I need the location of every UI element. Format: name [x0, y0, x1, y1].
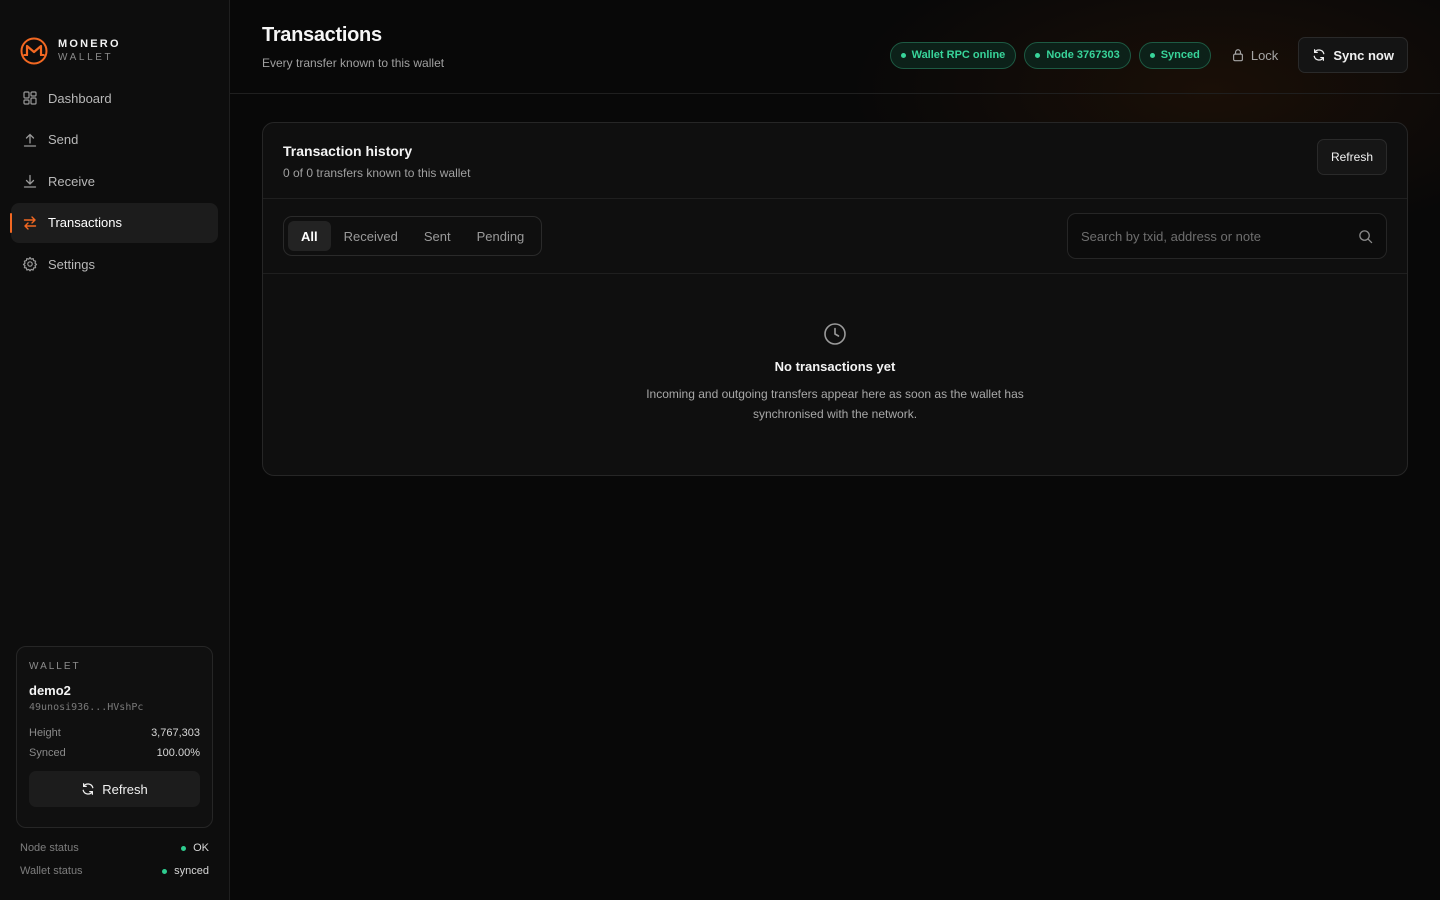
- wallet-name: demo2: [29, 683, 71, 698]
- panel-subtitle: 0 of 0 transfers known to this wallet: [283, 166, 471, 180]
- height-label: Height: [29, 727, 61, 739]
- transaction-history-panel: Transaction history 0 of 0 transfers kno…: [262, 122, 1408, 476]
- brand-text: MONERO WALLET: [58, 39, 121, 63]
- status-badge-label: Wallet RPC online: [911, 49, 1006, 61]
- monero-logo-icon: [20, 37, 48, 65]
- search-icon: [1359, 230, 1373, 244]
- status-badge-synced: Synced: [1138, 41, 1211, 69]
- history-refresh-button[interactable]: Refresh: [1316, 139, 1387, 175]
- status-badge-label: Synced: [1160, 49, 1200, 61]
- wallet-address[interactable]: 49unosi936...HVshPc: [29, 702, 200, 713]
- sidebar-item-settings[interactable]: Settings: [11, 244, 218, 284]
- app-root: MONERO WALLET Dashboard Send Receive Tra…: [0, 0, 1440, 900]
- sidebar-item-label: Settings: [48, 256, 95, 272]
- empty-state: No transactions yet Incoming and outgoin…: [263, 274, 1407, 424]
- node-status-row: Node status OK: [20, 842, 209, 854]
- main-content: Transactions Every transfer known to thi…: [230, 0, 1440, 900]
- node-status-label: Node status: [20, 842, 79, 854]
- filter-tab-all[interactable]: All: [288, 221, 331, 251]
- sidebar-item-label: Send: [48, 132, 79, 147]
- empty-title: No transactions yet: [774, 359, 896, 374]
- transfer-arrows-icon: [22, 215, 38, 231]
- sidebar-item-label: Receive: [48, 173, 95, 189]
- synced-label: Synced: [29, 747, 66, 759]
- status-badge-wallet-rpc: Wallet RPC online: [889, 41, 1017, 69]
- wallet-refresh-label: Refresh: [102, 781, 148, 797]
- filter-tab-received[interactable]: Received: [331, 221, 411, 251]
- lock-button[interactable]: Lock: [1231, 48, 1278, 63]
- upload-icon: [22, 132, 38, 148]
- wallet-refresh-button[interactable]: Refresh: [29, 771, 200, 807]
- status-dot: [900, 52, 906, 58]
- status-dot: [181, 845, 187, 851]
- refresh-icon: [1313, 49, 1325, 61]
- wallet-synced-row: Synced 100.00%: [29, 747, 200, 759]
- header-actions: Wallet RPC online Node 3767303 Synced Lo…: [882, 37, 1408, 73]
- sidebar-item-label: Transactions: [48, 215, 122, 230]
- filter-tab-pending[interactable]: Pending: [464, 221, 538, 251]
- height-value: 3,767,303: [151, 727, 200, 739]
- page-header: Transactions Every transfer known to thi…: [230, 0, 1440, 94]
- wallet-height-row: Height 3,767,303: [29, 727, 200, 739]
- node-status-text: OK: [193, 842, 209, 854]
- sync-now-label: Sync now: [1333, 47, 1394, 63]
- wallet-card: WALLET demo2 49unosi936...HVshPc Height …: [16, 646, 213, 828]
- sidebar-item-transactions[interactable]: Transactions: [10, 202, 218, 243]
- brand: MONERO WALLET: [0, 0, 229, 78]
- status-badge-node: Node 3767303: [1024, 41, 1131, 69]
- brand-name: MONERO: [58, 38, 121, 50]
- status-dot: [162, 868, 168, 874]
- node-status-value: OK: [181, 842, 209, 854]
- sidebar-item-send[interactable]: Send: [11, 120, 218, 160]
- status-badge-label: Node 3767303: [1046, 49, 1120, 61]
- search-box: [1067, 213, 1387, 259]
- sidebar-item-dashboard[interactable]: Dashboard: [11, 78, 218, 118]
- lock-label: Lock: [1250, 47, 1279, 63]
- sidebar-item-label: Dashboard: [48, 90, 112, 106]
- gear-icon: [22, 256, 38, 272]
- filter-tabs: All Received Sent Pending: [283, 216, 543, 256]
- grid-icon: [22, 90, 38, 106]
- download-icon: [22, 173, 38, 189]
- status-dot: [1149, 52, 1155, 58]
- sidebar-item-receive[interactable]: Receive: [11, 161, 218, 201]
- sidebar: MONERO WALLET Dashboard Send Receive Tra…: [0, 0, 230, 900]
- wallet-status-label: Wallet status: [20, 865, 83, 877]
- synced-value: 100.00%: [156, 747, 200, 759]
- filter-tab-sent[interactable]: Sent: [411, 221, 464, 251]
- filter-bar: All Received Sent Pending: [263, 199, 1407, 274]
- panel-title: Transaction history: [283, 143, 413, 159]
- wallet-status-text: synced: [174, 865, 209, 877]
- lock-icon: [1232, 49, 1243, 62]
- sync-now-button[interactable]: Sync now: [1298, 37, 1408, 73]
- wallet-card-label: WALLET: [29, 661, 81, 672]
- empty-description: Incoming and outgoing transfers appear h…: [646, 387, 1024, 421]
- panel-header: Transaction history 0 of 0 transfers kno…: [263, 123, 1407, 199]
- sidebar-nav: Dashboard Send Receive Transactions Sett…: [0, 78, 229, 284]
- clock-icon: [824, 323, 846, 345]
- brand-sub: WALLET: [58, 52, 114, 63]
- status-dot: [1035, 52, 1041, 58]
- wallet-status-value: synced: [162, 865, 209, 877]
- refresh-icon: [82, 783, 94, 795]
- wallet-status-row: Wallet status synced: [20, 865, 209, 877]
- search-input[interactable]: [1068, 214, 1386, 258]
